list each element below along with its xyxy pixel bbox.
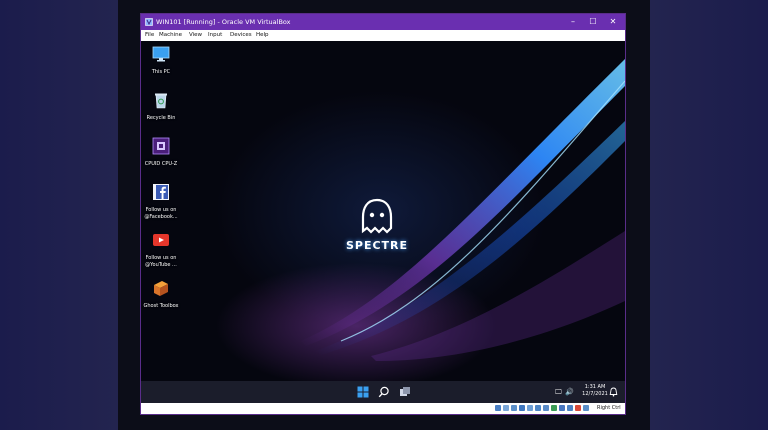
vbox-status-bar: Right Ctrl [141,403,625,414]
network-adapter-icon[interactable] [519,405,525,411]
close-button[interactable]: ✕ [605,14,621,30]
guest-taskbar: 🖵 🔊 1:31 AM 12/7/2021 [141,381,625,403]
recycle-bin-icon [155,93,167,109]
maximize-button[interactable]: ☐ [585,14,601,30]
menu-help[interactable]: Help [256,30,269,41]
backdrop-left [0,0,118,430]
cpuz-icon [152,137,170,155]
host-key-arrow-icon [583,405,589,411]
icon-label: Follow us on @Facebook... [144,207,178,220]
optical-drive-icon[interactable] [503,405,509,411]
usb-icon[interactable] [527,405,533,411]
menu-input[interactable]: Input [208,30,222,41]
desktop-icon-cpuz[interactable]: CPUID CPU-Z [141,137,181,168]
cpu-icon[interactable] [559,405,565,411]
virtualbox-icon [145,18,153,26]
menu-machine[interactable]: Machine [159,30,182,41]
desktop-icon-youtube[interactable]: Follow us on @YouTube ... [141,231,181,268]
search-icon[interactable] [378,386,390,398]
spectre-logo-text: SPECTRE [345,239,409,252]
taskbar-clock[interactable]: 1:31 AM 12/7/2021 [579,384,611,398]
audio-icon[interactable] [511,405,517,411]
title-bar[interactable]: WIN101 [Running] - Oracle VM VirtualBox … [141,14,625,30]
window-title: WIN101 [Running] - Oracle VM VirtualBox [156,18,291,26]
spectre-logo: SPECTRE [337,197,417,267]
backdrop-right [650,0,768,430]
recording-icon[interactable] [551,405,557,411]
network-icon[interactable]: 🖵 [555,387,562,397]
facebook-icon [153,184,169,200]
clock-date: 12/7/2021 [582,391,608,397]
menu-devices[interactable]: Devices [230,30,252,41]
desktop-icon-facebook[interactable]: Follow us on @Facebook... [141,183,181,220]
notification-icon[interactable] [609,387,618,397]
keyboard-capture-icon[interactable] [575,405,581,411]
monitor-icon [152,46,170,62]
icon-label: CPUID CPU-Z [144,161,178,167]
ghost-icon [361,198,393,234]
toolbox-icon [154,281,168,296]
task-view-icon[interactable] [399,386,411,398]
guest-screen[interactable]: This PC Recycle Bin CPUID CPU-Z Follow u… [141,41,625,403]
start-button[interactable] [357,386,369,398]
icon-label: Follow us on @YouTube ... [145,255,177,268]
desktop-icon-recycle-bin[interactable]: Recycle Bin [141,91,181,122]
menu-bar: File Machine View Input Devices Help [141,30,625,41]
shared-folders-icon[interactable] [535,405,541,411]
youtube-icon [153,234,169,246]
desktop-icon-ghost-toolbox[interactable]: Ghost Toolbox [141,279,181,310]
menu-view[interactable]: View [189,30,202,41]
clock-time: 1:31 AM [584,384,606,390]
icon-label: Ghost Toolbox [143,303,179,309]
menu-file[interactable]: File [145,30,154,41]
hard-disk-icon[interactable] [495,405,501,411]
mouse-integration-icon[interactable] [567,405,573,411]
minimize-button[interactable]: – [565,14,581,30]
host-key-label: Right Ctrl [597,405,621,411]
desktop-icon-this-pc[interactable]: This PC [141,45,181,76]
virtualbox-window: WIN101 [Running] - Oracle VM VirtualBox … [140,13,626,415]
volume-icon[interactable]: 🔊 [565,387,574,397]
icon-label: Recycle Bin [146,115,176,121]
icon-label: This PC [151,69,171,75]
display-icon[interactable] [543,405,549,411]
